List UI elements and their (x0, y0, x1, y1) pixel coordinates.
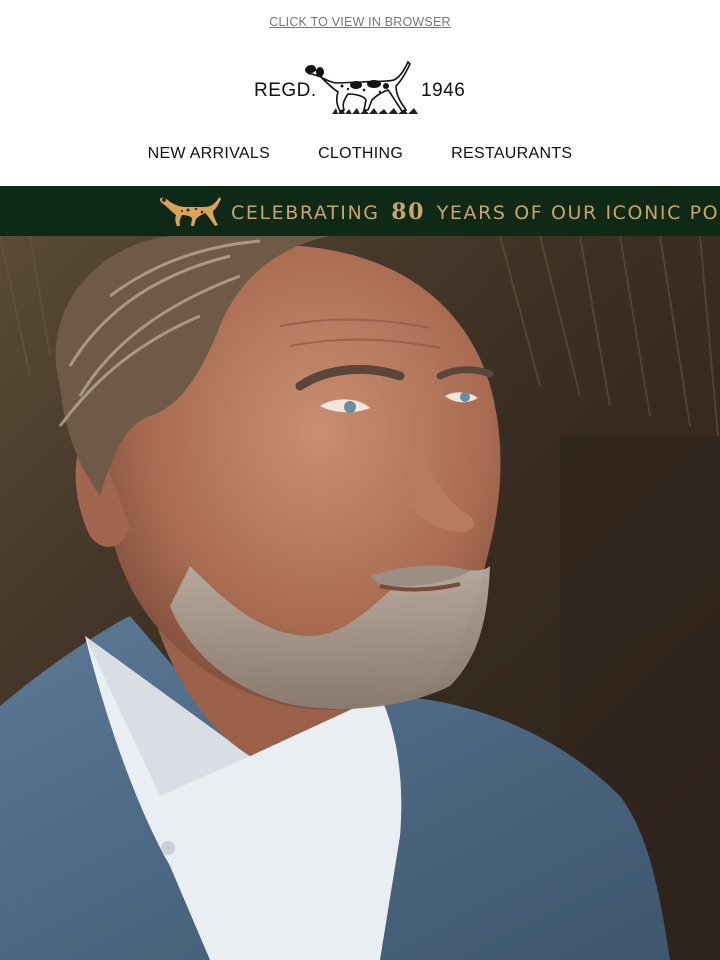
top-bar: CLICK TO VIEW IN BROWSER (0, 0, 720, 44)
nav-item-restaurants[interactable]: RESTAURANTS (451, 145, 572, 163)
main-nav: NEW ARRIVALS CLOTHING RESTAURANTS (0, 124, 720, 186)
anniversary-banner[interactable]: CELEBRATING 80 YEARS OF OUR ICONIC PO (0, 186, 720, 238)
nav-item-new-arrivals[interactable]: NEW ARRIVALS (148, 145, 270, 163)
banner-number: 80 (391, 199, 426, 225)
logo-year-text: 1946 (421, 80, 466, 101)
nav-item-clothing[interactable]: CLOTHING (318, 145, 403, 163)
banner-text-after: YEARS OF OUR ICONIC PO (436, 202, 720, 224)
hero-image[interactable] (0, 236, 720, 960)
view-in-browser-link[interactable]: CLICK TO VIEW IN BROWSER (269, 15, 450, 29)
hero-portrait-photo (0, 236, 720, 960)
banner-text: CELEBRATING 80 YEARS OF OUR ICONIC PO (231, 199, 719, 225)
pointer-dog-logo-icon (305, 60, 418, 114)
dog-icon (159, 197, 221, 226)
brand-logo[interactable]: REGD. 1946 (0, 44, 720, 124)
banner-text-before: CELEBRATING (231, 202, 380, 224)
